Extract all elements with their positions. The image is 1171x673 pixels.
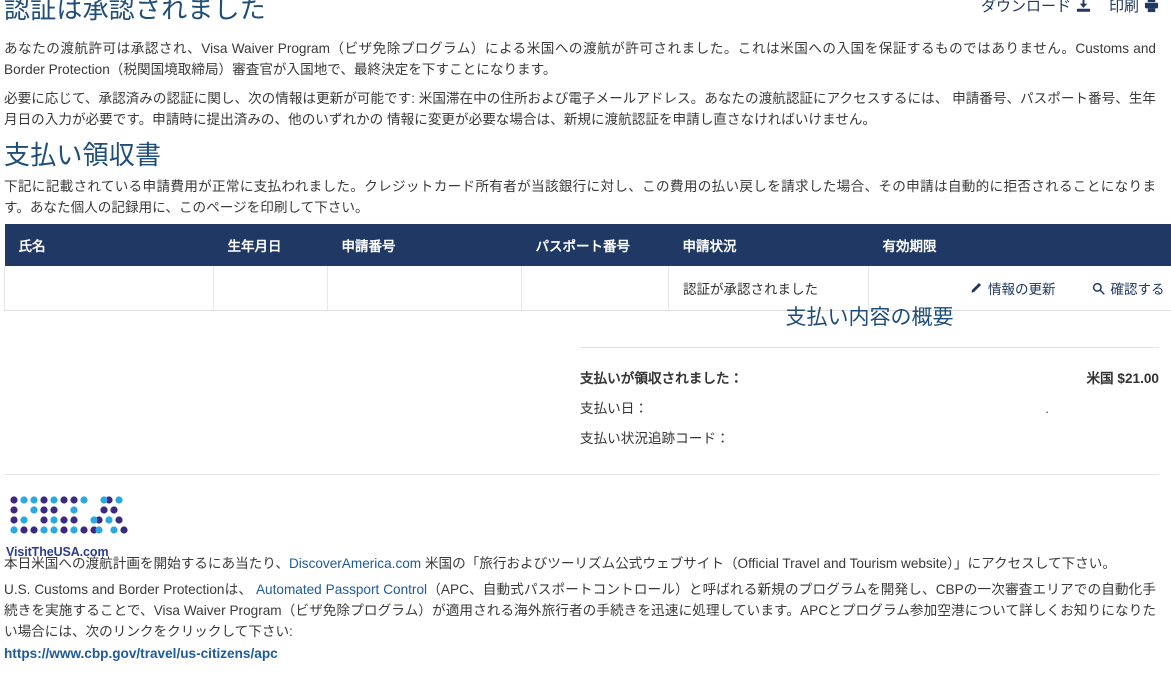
cbp-apc-url-link[interactable]: https://www.cbp.gov/travel/us-citizens/a… (4, 646, 278, 661)
update-info-label: 情報の更新 (988, 282, 1056, 297)
approval-title: 認証は承認されました (4, 0, 267, 24)
payment-amount-label: 支払いが領収されました： (580, 371, 744, 386)
application-status-table: 氏名 生年月日 申請番号 パスポート番号 申請状況 有効期限 認証が承認されまし… (4, 224, 1171, 311)
cell-status: 認証が承認されました (668, 266, 869, 311)
table-row: 認証が承認されました 情報の更新 確認する (4, 266, 1171, 311)
column-header-passport: パスポート番号 (521, 224, 669, 266)
payment-date-label: 支払い日： (580, 401, 648, 416)
cell-expiry-actions: 情報の更新 確認する (868, 266, 1171, 311)
esta-receipt-page: ダウンロード 印刷 認証は承認されました あなたの渡航許可は承認され、Visa … (0, 0, 1171, 673)
footer-divider (4, 474, 1159, 475)
automated-passport-control-link[interactable]: Automated Passport Control (256, 582, 427, 597)
footer-p1-after: 米国の「旅行およびツーリズム公式ウェブサイト（Official Travel a… (421, 556, 1116, 571)
usa-dot-logo-icon (10, 496, 128, 534)
payment-row-tracking: 支払い状況追跡コード： (580, 424, 1159, 454)
download-icon (1076, 0, 1091, 13)
receipt-title: 支払い領収書 (4, 140, 162, 170)
check-status-label: 確認する (1110, 282, 1165, 297)
payment-divider (580, 347, 1159, 348)
table-head: 氏名 生年月日 申請番号 パスポート番号 申請状況 有効期限 (4, 224, 1171, 266)
download-label: ダウンロード (980, 0, 1071, 15)
cell-dob (213, 266, 328, 311)
page-action-bar: ダウンロード 印刷 (981, 0, 1159, 16)
payment-row-amount: 支払いが領収されました： 米国 $21.00 (580, 364, 1159, 394)
receipt-paragraph: 下記に記載されている申請費用が正常に支払われました。クレジットカード所有者が当該… (4, 179, 1156, 215)
print-label: 印刷 (1108, 0, 1139, 15)
cell-name (4, 266, 214, 311)
print-button[interactable]: 印刷 (1109, 0, 1159, 16)
payment-summary-title: 支払い内容の概要 (785, 306, 954, 329)
column-header-app-no: 申請番号 (327, 224, 522, 266)
approval-paragraph-2: 必要に応じて、承認済みの認証に関し、次の情報は更新が可能です: 米国滞在中の住所… (4, 91, 1156, 127)
column-header-name: 氏名 (4, 224, 214, 266)
visit-the-usa-logo[interactable]: VisitTheUSA.com (6, 492, 132, 559)
pencil-icon (969, 282, 982, 295)
search-icon (1092, 282, 1105, 295)
table-header-row: 氏名 生年月日 申請番号 パスポート番号 申請状況 有効期限 (4, 224, 1171, 266)
column-header-expiry: 有効期限 (868, 224, 1171, 266)
payment-tracking-label: 支払い状況追跡コード： (580, 431, 730, 446)
update-info-button[interactable]: 情報の更新 (969, 278, 1056, 298)
footer-p2-before: U.S. Customs and Border Protectionは、 (4, 582, 256, 597)
table-body: 認証が承認されました 情報の更新 確認する (4, 266, 1171, 311)
payment-summary: 支払い内容の概要 支払いが領収されました： 米国 $21.00 支払い日： . … (580, 305, 1159, 454)
cell-app-no (327, 266, 522, 311)
footer-paragraph-2: U.S. Customs and Border Protectionは、 Aut… (4, 579, 1156, 642)
approval-paragraph-1: あなたの渡航許可は承認され、Visa Waiver Program（ビザ免除プロ… (4, 41, 1156, 77)
cell-passport (521, 266, 669, 311)
check-status-button[interactable]: 確認する (1092, 278, 1165, 298)
row-action-group: 情報の更新 確認する (883, 278, 1171, 298)
payment-date-value: . (1045, 401, 1049, 416)
column-header-dob: 生年月日 (213, 224, 328, 266)
printer-icon (1144, 0, 1159, 13)
payment-row-date: 支払い日： . (580, 394, 1159, 424)
download-button[interactable]: ダウンロード (981, 0, 1091, 16)
discover-america-link[interactable]: DiscoverAmerica.com (289, 556, 421, 571)
column-header-status: 申請状況 (668, 224, 869, 266)
footer-paragraph-1: 本日米国への渡航計画を開始するにあ当たり、DiscoverAmerica.com… (4, 553, 1156, 574)
payment-amount-value: 米国 $21.00 (1086, 371, 1159, 386)
footer-p1-before: 本日米国への渡航計画を開始するにあ当たり、 (4, 556, 289, 571)
